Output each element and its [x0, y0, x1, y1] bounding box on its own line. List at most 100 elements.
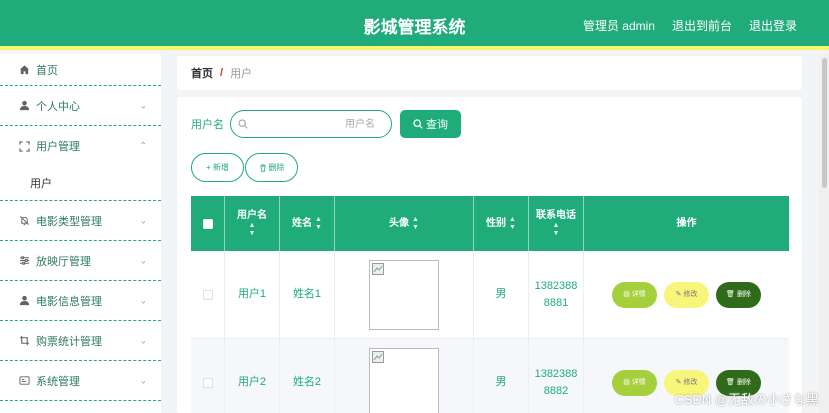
- delete-button[interactable]: 🗑 删除: [716, 281, 761, 308]
- crop-icon: [18, 335, 30, 347]
- page-scrollbar[interactable]: [819, 54, 829, 413]
- gender-cell: 男: [474, 251, 529, 338]
- select-all-checkbox[interactable]: [202, 218, 213, 229]
- chevron-down-icon: ⌄: [139, 375, 147, 385]
- admin-user-link[interactable]: 管理员 admin: [583, 17, 655, 34]
- phone-cell: 1382388 8882: [529, 339, 584, 413]
- watermark: CSDN @无敌の小さな黑: [674, 392, 819, 407]
- main-panel: 用户名 查询 + 新增 删除 用户名▲▼ 姓名▲▼ 头像▲▼ 性别▲▼ 联系电话…: [177, 97, 802, 413]
- sidebar-item-system[interactable]: 系统管理 ⌄: [0, 361, 161, 401]
- user-management-group: 用户管理 ⌃ 用户: [0, 126, 161, 201]
- sidebar-item-movie-info[interactable]: 电影信息管理 ⌄: [0, 281, 161, 321]
- sidebar-item-label: 系统管理: [36, 375, 80, 388]
- action-buttons: + 新增 删除: [191, 153, 298, 182]
- scrollbar-thumb[interactable]: [822, 58, 827, 188]
- edit-button[interactable]: ✎ 修改: [664, 281, 709, 308]
- sidebar-subitem-users[interactable]: 用户: [0, 166, 161, 200]
- table-header: 用户名 ▲ ▼ 姓名 ▲ ▼ 头像 ▲ ▼ 性别 ▲ ▼ 联系电话 ▲ ▼ 操作: [191, 196, 789, 251]
- plus-icon: +: [206, 163, 211, 172]
- front-page-link[interactable]: 退出到前台: [672, 17, 732, 34]
- home-icon: [18, 64, 30, 76]
- username-search-input[interactable]: [255, 115, 375, 133]
- sort-icon: ▲ ▼: [412, 215, 419, 231]
- column-header-actions: 操作: [676, 218, 697, 229]
- batch-delete-button[interactable]: 删除: [245, 153, 298, 182]
- search-button-label: 查询: [426, 119, 448, 131]
- select-all-cell: [191, 196, 225, 251]
- bell-off-icon: [18, 215, 30, 227]
- column-header-gender[interactable]: 性别 ▲ ▼: [474, 196, 529, 251]
- sidebar-item-profile[interactable]: 个人中心 ⌄: [0, 86, 161, 126]
- add-button[interactable]: + 新增: [191, 153, 244, 182]
- chevron-down-icon: ⌄: [139, 255, 147, 265]
- breadcrumb-home[interactable]: 首页: [191, 65, 213, 81]
- detail-button[interactable]: ▤ 详情: [612, 369, 657, 396]
- top-header: 影城管理系统 管理员 admin 退出到前台 退出登录: [0, 0, 829, 50]
- fullscreen-icon: [18, 140, 30, 152]
- sort-icon: ▲ ▼: [509, 215, 516, 231]
- chevron-down-icon: ⌄: [139, 295, 147, 305]
- name-cell: 姓名2: [280, 339, 335, 413]
- sort-icon: ▲ ▼: [552, 222, 560, 237]
- search-icon: [413, 119, 423, 129]
- sliders-icon: [18, 255, 30, 267]
- search-label: 用户名: [191, 119, 224, 131]
- message-box-icon: [18, 375, 30, 387]
- phone-cell: 1382388 8881: [529, 251, 584, 338]
- user-icon: [18, 295, 30, 307]
- chevron-down-icon: ⌄: [139, 100, 147, 110]
- search-input-wrapper: [230, 110, 392, 138]
- name-cell: 姓名1: [280, 251, 335, 338]
- table-row: 用户1 姓名1 男 1382388 8881 ▤ 详情 ✎ 修改 🗑 删除: [191, 251, 789, 339]
- batch-delete-label: 删除: [268, 163, 285, 172]
- logout-link[interactable]: 退出登录: [749, 17, 797, 34]
- sidebar-item-movie-types[interactable]: 电影类型管理 ⌄: [0, 201, 161, 241]
- row-checkbox[interactable]: [202, 377, 213, 388]
- gender-cell: 男: [474, 339, 529, 413]
- sidebar: 首页 个人中心 ⌄ 用户管理 ⌃ 用户 电影类型管理 ⌄ 放映厅管理 ⌄ 电影信…: [0, 54, 161, 413]
- column-header-username[interactable]: 用户名 ▲ ▼: [225, 196, 280, 251]
- avatar[interactable]: [369, 259, 439, 330]
- sidebar-item-label: 放映厅管理: [36, 255, 91, 268]
- search-form: 用户名 查询: [191, 110, 461, 138]
- actions-cell: ▤ 详情 ✎ 修改 🗑 删除: [584, 251, 789, 338]
- trash-icon: 🗑: [726, 291, 735, 298]
- sidebar-item-home[interactable]: 首页: [0, 54, 161, 86]
- header-links: 管理员 admin 退出到前台 退出登录: [583, 17, 797, 34]
- sidebar-item-label: 电影类型管理: [36, 215, 102, 228]
- chevron-down-icon: ⌄: [139, 335, 147, 345]
- row-select-cell: [191, 251, 225, 338]
- users-table: 用户名 ▲ ▼ 姓名 ▲ ▼ 头像 ▲ ▼ 性别 ▲ ▼ 联系电话 ▲ ▼ 操作 用户1 姓名1 男…: [191, 196, 789, 413]
- add-button-label: 新增: [212, 163, 229, 172]
- sidebar-item-label: 用户管理: [36, 141, 80, 153]
- sidebar-item-label: 电影信息管理: [36, 295, 102, 308]
- avatar-cell: [335, 339, 474, 413]
- chevron-up-icon: ⌃: [139, 140, 147, 151]
- sidebar-item-label: 购票统计管理: [36, 335, 102, 348]
- sidebar-item-label: 首页: [36, 64, 58, 77]
- user-icon: [18, 100, 30, 112]
- detail-button[interactable]: ▤ 详情: [612, 281, 657, 308]
- sidebar-item-halls[interactable]: 放映厅管理 ⌄: [0, 241, 161, 281]
- column-header-avatar[interactable]: 头像 ▲ ▼: [335, 196, 474, 251]
- broken-image-icon: [372, 350, 384, 363]
- breadcrumb: 首页 / 用户: [177, 56, 802, 90]
- column-header-phone[interactable]: 联系电话 ▲ ▼: [529, 196, 584, 251]
- trash-icon: [259, 164, 266, 172]
- column-header-name[interactable]: 姓名 ▲ ▼: [280, 196, 335, 251]
- document-icon: ▤: [623, 291, 630, 298]
- row-checkbox[interactable]: [202, 289, 213, 300]
- username-cell: 用户1: [225, 251, 280, 338]
- sort-icon: ▲ ▼: [315, 215, 322, 231]
- sidebar-item-user-management[interactable]: 用户管理 ⌃: [0, 126, 161, 166]
- breadcrumb-current: 用户: [230, 68, 253, 80]
- broken-image-icon: [372, 262, 384, 275]
- avatar[interactable]: [369, 347, 439, 413]
- sort-icon: ▲ ▼: [248, 222, 256, 237]
- pencil-icon: ✎: [675, 291, 682, 298]
- sidebar-item-ticket-stats[interactable]: 购票统计管理 ⌄: [0, 321, 161, 361]
- search-button[interactable]: 查询: [400, 110, 461, 138]
- avatar-cell: [335, 251, 474, 338]
- breadcrumb-separator: /: [220, 67, 224, 79]
- username-cell: 用户2: [225, 339, 280, 413]
